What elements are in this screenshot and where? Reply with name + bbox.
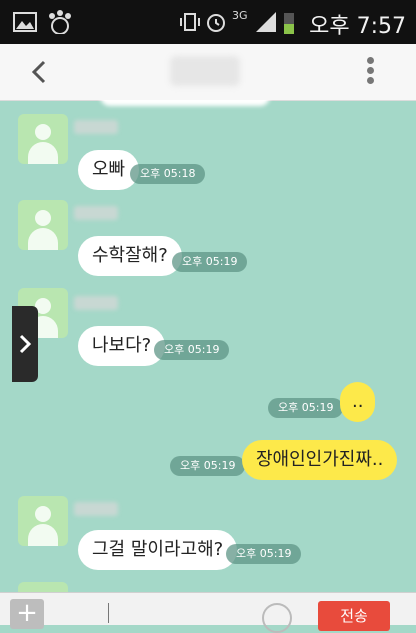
paw-badge-icon	[49, 10, 71, 34]
previous-message-fragment	[100, 100, 270, 106]
alarm-icon	[207, 14, 225, 32]
message-bubble[interactable]: 그걸 말이라고해?	[78, 530, 238, 570]
chevron-left-icon	[31, 60, 46, 84]
message-time: 오후 05:19	[154, 340, 230, 360]
network-type: 3G	[232, 9, 248, 22]
avatar[interactable]	[18, 496, 68, 546]
status-time: 오후 7:57	[309, 14, 406, 39]
attach-plus-button[interactable]: +	[10, 599, 44, 629]
message-input[interactable]	[108, 603, 109, 623]
sender-name-redacted	[74, 296, 118, 310]
avatar[interactable]	[18, 200, 68, 250]
chat-header	[0, 44, 416, 101]
avatar[interactable]	[18, 114, 68, 164]
gallery-icon	[13, 12, 37, 32]
message-bubble[interactable]: 나보다?	[78, 326, 166, 366]
my-message-bubble[interactable]: 장애인인가진짜..	[242, 440, 398, 480]
message-time: 오후 05:19	[170, 456, 246, 476]
chat-title-redacted	[170, 56, 240, 86]
status-bar: 3G 오후 7:57	[0, 0, 416, 44]
sender-name-redacted	[74, 206, 118, 220]
message-time: 오후 05:18	[130, 164, 206, 184]
sender-name-redacted	[74, 120, 118, 134]
avatar[interactable]	[18, 582, 68, 592]
back-button[interactable]	[24, 56, 56, 88]
chevron-right-icon	[19, 334, 32, 354]
vibrate-icon	[180, 13, 200, 31]
battery-icon	[284, 13, 294, 34]
emoticon-button[interactable]	[262, 603, 292, 633]
menu-button[interactable]	[364, 54, 376, 90]
message-time: 오후 05:19	[268, 398, 344, 418]
my-message-bubble[interactable]: ..	[340, 382, 376, 422]
side-drawer-tab[interactable]	[12, 306, 38, 382]
message-time: 오후 05:19	[226, 544, 302, 564]
chat-area[interactable]: 오빠 오후 05:18 수학잘해? 오후 05:19 나보다? 오후 05:19…	[0, 100, 416, 592]
message-bubble[interactable]: 수학잘해?	[78, 236, 182, 276]
message-time: 오후 05:19	[172, 252, 248, 272]
sender-name-redacted	[74, 502, 118, 516]
send-button[interactable]: 전송	[318, 601, 390, 631]
signal-icon	[256, 12, 276, 32]
message-input-bar: + 전송	[0, 592, 416, 633]
kebab-menu-icon	[366, 57, 374, 64]
